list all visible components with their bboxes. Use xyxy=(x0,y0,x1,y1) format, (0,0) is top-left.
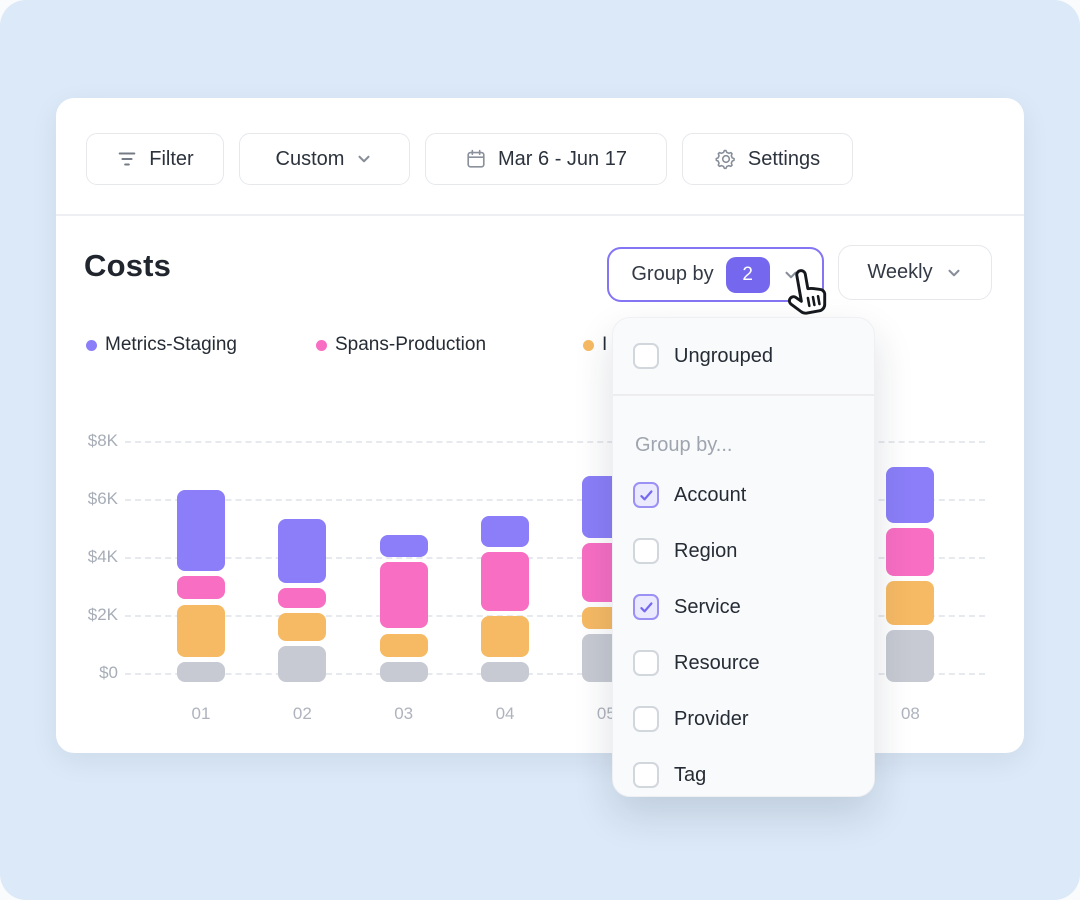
x-axis-label-01: 01 xyxy=(171,704,231,724)
filter-button-label: Filter xyxy=(149,148,193,171)
menu-item-account[interactable]: Account xyxy=(613,467,874,523)
menu-item-service[interactable]: Service xyxy=(613,579,874,635)
chevron-down-icon xyxy=(782,266,800,284)
tag-checkbox[interactable] xyxy=(633,762,659,788)
menu-item-region[interactable]: Region xyxy=(613,523,874,579)
menu-section-label: Group by... xyxy=(613,396,874,467)
bar-segment-08-0[interactable] xyxy=(886,467,934,524)
filter-button[interactable]: Filter xyxy=(86,133,224,185)
legend-label: Spans-Production xyxy=(335,334,486,356)
group-by-count-badge: 2 xyxy=(726,257,770,293)
custom-dropdown-label: Custom xyxy=(276,148,345,171)
menu-item-resource[interactable]: Resource xyxy=(613,635,874,691)
bar-segment-03-2[interactable] xyxy=(380,634,428,657)
bar-segment-04-0[interactable] xyxy=(481,516,529,546)
menu-item-label: Tag xyxy=(674,764,706,787)
bar-segment-04-2[interactable] xyxy=(481,616,529,657)
menu-item-label: Provider xyxy=(674,708,748,731)
menu-item-label: Service xyxy=(674,596,741,619)
stacked-bar-chart: $8K$6K$4K$2K$0010203040508 xyxy=(56,98,1024,753)
menu-item-label: Account xyxy=(674,484,746,507)
bar-segment-01-1[interactable] xyxy=(177,576,225,599)
group-by-menu: Ungrouped Group by... Account Region Servi… xyxy=(612,317,875,797)
date-range-button[interactable]: Mar 6 - Jun 17 xyxy=(425,133,667,185)
page-title: Costs xyxy=(84,248,171,284)
check-icon xyxy=(638,487,655,504)
legend-dot xyxy=(86,340,97,351)
settings-button-label: Settings xyxy=(748,148,820,171)
bar-segment-02-2[interactable] xyxy=(278,613,326,641)
y-axis-label: $2K xyxy=(56,605,118,625)
legend-dot xyxy=(583,340,594,351)
bar-segment-04-1[interactable] xyxy=(481,552,529,611)
bar-segment-03-0[interactable] xyxy=(380,535,428,557)
legend-label: I xyxy=(602,334,607,356)
calendar-icon xyxy=(465,148,487,170)
legend-label: Metrics-Staging xyxy=(105,334,237,356)
account-checkbox[interactable] xyxy=(633,482,659,508)
menu-item-tag[interactable]: Tag xyxy=(613,747,874,803)
bar-segment-03-1[interactable] xyxy=(380,562,428,629)
bar-segment-03-3[interactable] xyxy=(380,662,428,682)
menu-item-label: Resource xyxy=(674,652,760,675)
menu-item-provider[interactable]: Provider xyxy=(613,691,874,747)
costs-panel: Filter Custom Mar 6 - Jun 17 Settings Co… xyxy=(56,98,1024,753)
bar-segment-01-0[interactable] xyxy=(177,490,225,571)
bar-segment-01-2[interactable] xyxy=(177,605,225,657)
legend-item-1[interactable]: Spans-Production xyxy=(316,334,486,356)
settings-button[interactable]: Settings xyxy=(682,133,853,185)
legend-item-2[interactable]: I xyxy=(583,334,607,356)
bar-segment-08-2[interactable] xyxy=(886,581,934,625)
group-by-dropdown-button[interactable]: Group by 2 xyxy=(607,247,824,302)
chevron-down-icon xyxy=(355,150,373,168)
y-axis-label: $4K xyxy=(56,547,118,567)
date-range-label: Mar 6 - Jun 17 xyxy=(498,148,627,171)
check-icon xyxy=(638,599,655,616)
legend-item-0[interactable]: Metrics-Staging xyxy=(86,334,237,356)
toolbar: Filter Custom Mar 6 - Jun 17 Settings xyxy=(86,133,853,185)
bar-segment-08-1[interactable] xyxy=(886,528,934,576)
toolbar-divider xyxy=(56,214,1024,216)
period-dropdown-button[interactable]: Weekly xyxy=(838,245,992,300)
bar-segment-01-3[interactable] xyxy=(177,662,225,682)
menu-item-label: Ungrouped xyxy=(674,345,773,368)
x-axis-label-02: 02 xyxy=(272,704,332,724)
x-axis-label-04: 04 xyxy=(475,704,535,724)
resource-checkbox[interactable] xyxy=(633,650,659,676)
custom-range-dropdown[interactable]: Custom xyxy=(239,133,410,185)
legend-dot xyxy=(316,340,327,351)
menu-item-ungrouped[interactable]: Ungrouped xyxy=(613,318,874,394)
x-axis-label-08: 08 xyxy=(880,704,940,724)
y-axis-label: $8K xyxy=(56,431,118,451)
y-axis-label: $6K xyxy=(56,489,118,509)
filter-icon xyxy=(116,148,138,170)
provider-checkbox[interactable] xyxy=(633,706,659,732)
bar-segment-04-3[interactable] xyxy=(481,662,529,682)
group-by-label: Group by xyxy=(631,263,713,286)
menu-item-label: Region xyxy=(674,540,737,563)
bar-segment-02-3[interactable] xyxy=(278,646,326,682)
ungrouped-checkbox[interactable] xyxy=(633,343,659,369)
bar-segment-02-1[interactable] xyxy=(278,588,326,608)
period-label: Weekly xyxy=(867,261,932,284)
chevron-down-icon xyxy=(945,264,963,282)
gear-icon xyxy=(715,148,737,170)
service-checkbox[interactable] xyxy=(633,594,659,620)
x-axis-label-03: 03 xyxy=(374,704,434,724)
bar-segment-08-3[interactable] xyxy=(886,630,934,682)
y-axis-label: $0 xyxy=(56,663,118,683)
bar-segment-02-0[interactable] xyxy=(278,519,326,583)
region-checkbox[interactable] xyxy=(633,538,659,564)
